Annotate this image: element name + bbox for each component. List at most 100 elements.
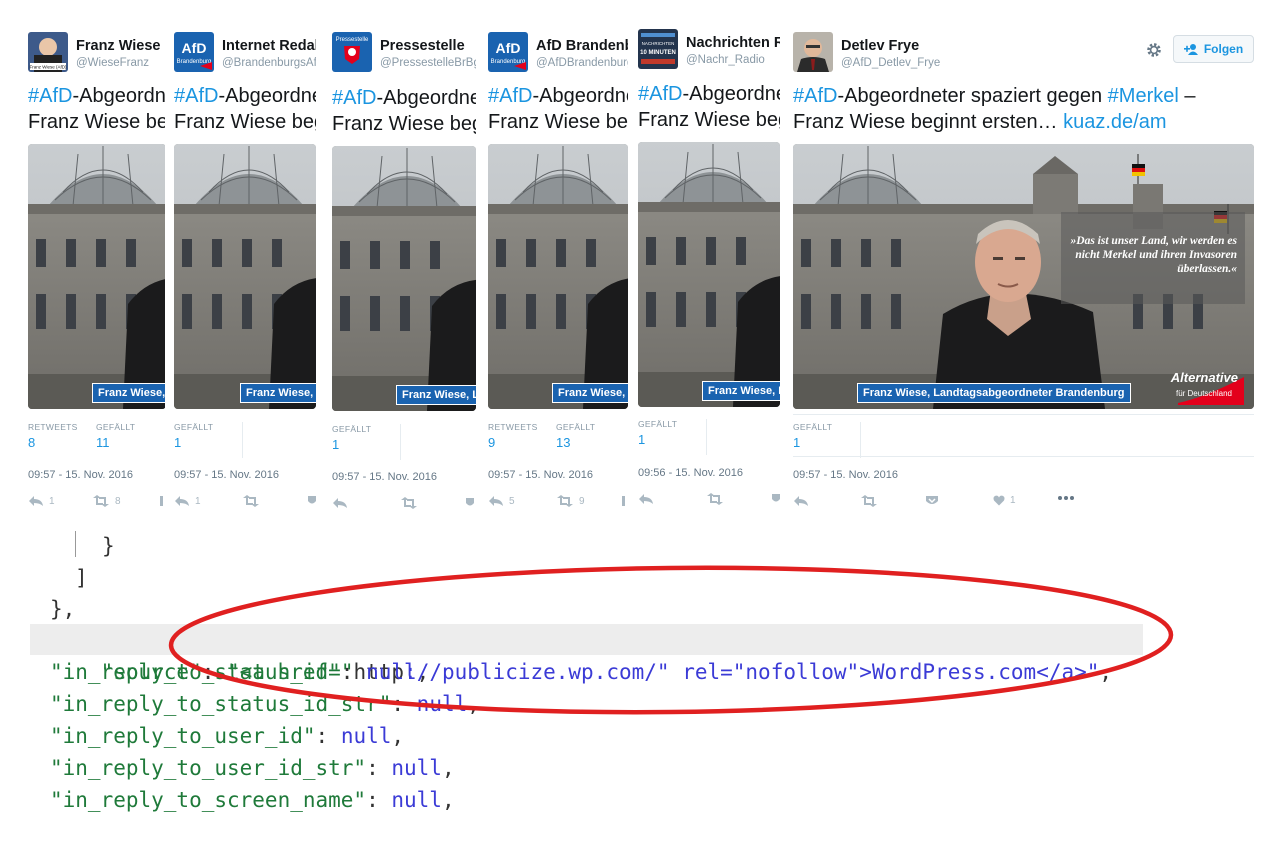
tweet-text-rest: -Abgeordneter spaziert gegen <box>72 85 165 107</box>
stat-retweets[interactable]: RETWEETS 8 <box>28 422 78 450</box>
reply-button[interactable]: 5 <box>488 495 515 507</box>
user-handle[interactable]: @PressestelleBrBg <box>380 57 476 69</box>
avatar[interactable]: AfD Brandenburg <box>488 32 528 72</box>
user-handle[interactable]: @Nachr_Radio <box>686 54 765 66</box>
user-handle[interactable]: @AfDBrandenburg <box>536 57 628 69</box>
more-button[interactable] <box>1057 495 1075 501</box>
code-line: } <box>102 534 115 558</box>
hashtag-link[interactable]: #AfD <box>638 83 682 105</box>
timestamp[interactable]: 09:57 - 15. Nov. 2016 <box>488 469 593 481</box>
user-name[interactable]: Internet Redaktion <box>222 38 316 54</box>
stat-likes[interactable]: GEFÄLLT 13 <box>556 422 595 450</box>
retweet-button[interactable] <box>860 495 878 507</box>
timestamp[interactable]: 09:56 - 15. Nov. 2016 <box>638 467 743 479</box>
stat-likes[interactable]: GEFÄLLT 1 <box>332 424 371 452</box>
tweet-photo[interactable]: Franz Wiese, Landtagsabgeordneter Brande… <box>28 144 165 409</box>
tweet-photo[interactable]: Franz Wiese, Landtagsabgeordneter Brande… <box>638 142 780 407</box>
stat-value: 8 <box>28 435 36 450</box>
reply-button[interactable] <box>793 495 809 507</box>
stat-value: 11 <box>96 435 110 450</box>
stat-likes[interactable]: GEFÄLLT 1 <box>174 422 213 450</box>
hashtag-link[interactable]: #AfD <box>174 85 218 107</box>
avatar[interactable]: Pressestelle <box>332 32 372 72</box>
json-comma: , <box>1099 660 1113 684</box>
timestamp[interactable]: 09:57 - 15. Nov. 2016 <box>174 469 279 481</box>
user-handle[interactable]: @WieseFranz <box>76 57 149 69</box>
code-line: }, <box>50 597 76 621</box>
avatar-text: NACHRICHTEN <box>642 41 675 46</box>
tweet-photo[interactable]: Franz Wiese, Landtagsabgeordneter Brande… <box>332 146 476 411</box>
tweet-card-3[interactable]: Pressestelle Pressestelle @PressestelleB… <box>332 28 476 518</box>
tweet-stats: GEFÄLLT 1 <box>793 422 1254 458</box>
tweet-card-5[interactable]: NACHRICHTEN10 MINUTEN Nachrichten Radio … <box>638 27 780 517</box>
pocket-button[interactable] <box>772 493 780 505</box>
settings-button[interactable] <box>1146 42 1162 63</box>
avatar[interactable] <box>793 32 833 72</box>
tweet-photo[interactable]: Franz Wiese, Landtagsabgeordneter Brande… <box>488 144 628 409</box>
tweet-header: Pressestelle Pressestelle @PressestelleB… <box>332 32 476 72</box>
tweet-card-2[interactable]: AfDBrandenburg Internet Redaktion @Brand… <box>174 28 316 518</box>
stat-retweets[interactable]: RETWEETS 9 <box>488 422 538 450</box>
user-name[interactable]: Franz Wiese <box>76 38 160 54</box>
avatar[interactable]: AfD Brandenburg <box>174 32 214 72</box>
tweet-card-1[interactable]: Franz Wiese (AfD) Franz Wiese @WieseFran… <box>28 28 165 518</box>
tweet-text-rest: -Abgeordneter spaziert gegen <box>218 85 316 107</box>
code-line: ] <box>75 566 88 590</box>
retweet-button[interactable] <box>242 495 260 507</box>
timestamp[interactable]: 09:57 - 15. Nov. 2016 <box>332 471 437 483</box>
pocket-button[interactable] <box>160 495 165 507</box>
avatar-text: 10 MINUTEN <box>640 50 676 56</box>
hashtag-link[interactable]: #AfD <box>332 87 376 109</box>
stat-value: 13 <box>556 435 571 450</box>
retweet-button[interactable]: 8 <box>92 495 121 507</box>
user-name[interactable]: Nachrichten Radio <box>686 35 780 51</box>
tweet-card-4[interactable]: AfDBrandenburg AfD Brandenburg @AfDBrand… <box>488 28 628 518</box>
url-link[interactable]: kuaz.de/am <box>1063 111 1166 133</box>
retweet-button[interactable] <box>706 493 724 505</box>
tweet-photo[interactable]: Franz Wiese, Landtagsabgeordneter Brande… <box>174 144 316 409</box>
retweet-icon <box>401 497 417 509</box>
tweet-text: #AfD-Abgeordneter spaziert gegen Franz W… <box>638 81 780 133</box>
stat-likes[interactable]: GEFÄLLT 11 <box>96 422 135 450</box>
timestamp[interactable]: 09:57 - 15. Nov. 2016 <box>28 469 133 481</box>
pocket-icon <box>466 498 474 506</box>
user-handle[interactable]: @AfD_Detlev_Frye <box>841 57 940 69</box>
tweet-card-6[interactable]: Detlev Frye @AfD_Detlev_Frye Folgen #AfD… <box>793 28 1255 518</box>
tweet-stats: RETWEETS 9 GEFÄLLT 13 <box>488 422 628 458</box>
pocket-button[interactable] <box>622 495 628 507</box>
stat-likes[interactable]: GEFÄLLT 1 <box>638 419 677 447</box>
hashtag-link[interactable]: #AfD <box>28 85 72 107</box>
avatar[interactable]: NACHRICHTEN 10 MINUTEN <box>638 29 678 69</box>
retweet-button[interactable]: 9 <box>556 495 585 507</box>
reply-button[interactable] <box>638 493 654 505</box>
like-count: 1 <box>1010 495 1016 506</box>
user-name[interactable]: Pressestelle <box>380 38 465 54</box>
user-name[interactable]: AfD Brandenburg <box>536 38 628 54</box>
hashtag-link[interactable]: #AfD <box>793 85 837 107</box>
code-line: "in_reply_to_user_id": null, <box>50 720 404 752</box>
stat-likes[interactable]: GEFÄLLT 1 <box>793 422 832 450</box>
reply-icon <box>29 496 43 506</box>
retweet-button[interactable] <box>400 497 418 509</box>
hashtag-link[interactable]: #AfD <box>488 85 532 107</box>
json-sep: : <box>315 724 341 748</box>
json-null: null <box>340 724 392 748</box>
stat-label: RETWEETS <box>488 422 538 432</box>
pocket-button[interactable] <box>308 495 316 507</box>
user-name[interactable]: Detlev Frye <box>841 38 919 54</box>
avatar[interactable]: Franz Wiese (AfD) <box>28 32 68 72</box>
hashtag-link[interactable]: #Merkel <box>1108 85 1179 107</box>
reply-button[interactable]: 1 <box>28 495 55 507</box>
reply-button[interactable] <box>332 497 348 509</box>
tweet-photo[interactable]: »Das ist unser Land, wir werden es nicht… <box>793 144 1254 409</box>
timestamp[interactable]: 09:57 - 15. Nov. 2016 <box>793 469 898 481</box>
user-handle[interactable]: @BrandenburgsAfD <box>222 57 316 69</box>
follow-button[interactable]: Folgen <box>1173 35 1254 63</box>
pocket-button[interactable] <box>926 495 938 507</box>
like-button[interactable]: 1 <box>993 495 1016 506</box>
retweet-icon <box>707 493 723 505</box>
json-string: ://publicize.wp.com/" rel="nofollow">Wor… <box>404 660 1100 684</box>
reply-button[interactable]: 1 <box>174 495 201 507</box>
pocket-icon <box>308 496 316 504</box>
pocket-button[interactable] <box>466 497 476 509</box>
